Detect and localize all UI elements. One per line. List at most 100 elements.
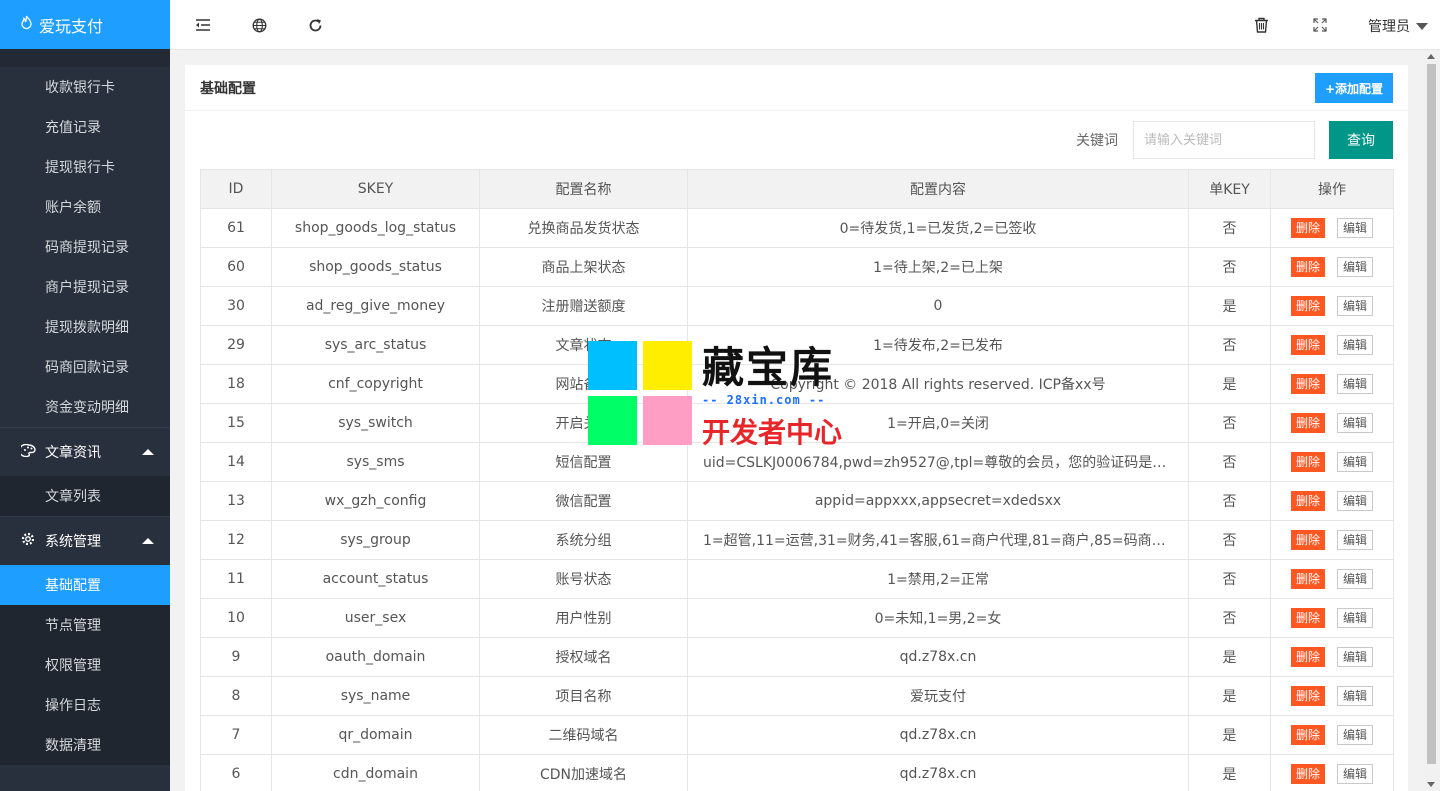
table-row: 9 oauth_domain 授权域名 qd.z78x.cn 是删除 编辑 — [200, 637, 1394, 677]
cell-skey: shop_goods_log_status — [271, 208, 480, 248]
page-scrollbar[interactable] — [1423, 50, 1440, 791]
fullscreen-icon[interactable] — [1310, 15, 1330, 35]
cell-single-key: 否 — [1188, 598, 1271, 638]
sidebar-item[interactable]: 操作日志 — [0, 685, 170, 725]
page-title: 基础配置 — [200, 80, 256, 97]
cell-content: 1=待上架,2=已上架 — [687, 247, 1189, 287]
cell-content: appid=appxxx,appsecret=xdedsxx — [687, 481, 1189, 521]
keyword-input[interactable] — [1133, 121, 1315, 159]
cell-id: 60 — [200, 247, 272, 287]
table-row: 61 shop_goods_log_status 兑换商品发货状态 0=待发货,1=已… — [200, 208, 1394, 248]
scroll-up-icon[interactable] — [1427, 54, 1435, 59]
delete-button[interactable]: 删除 — [1290, 764, 1325, 784]
edit-button[interactable]: 编辑 — [1337, 647, 1374, 667]
query-button[interactable]: 查询 — [1329, 121, 1393, 159]
scroll-down-icon[interactable] — [1427, 782, 1435, 787]
edit-button[interactable]: 编辑 — [1337, 530, 1374, 550]
sidebar-item[interactable]: 提现银行卡 — [0, 147, 170, 187]
edit-button[interactable]: 编辑 — [1337, 725, 1374, 745]
edit-button[interactable]: 编辑 — [1337, 296, 1374, 316]
sidebar-item[interactable]: 权限管理 — [0, 645, 170, 685]
delete-button[interactable]: 删除 — [1290, 413, 1325, 433]
menu-fold-icon[interactable] — [193, 15, 213, 35]
table-row: 8 sys_name 项目名称 爱玩支付是删除 编辑 — [200, 676, 1394, 716]
delete-button[interactable]: 删除 — [1290, 530, 1325, 550]
sidebar-item[interactable]: 商户提现记录 — [0, 267, 170, 307]
cell-name: 授权域名 — [479, 637, 688, 677]
sidebar-group-label: 系统管理 — [45, 534, 101, 550]
sidebar-item[interactable]: 节点管理 — [0, 605, 170, 645]
user-menu[interactable]: 管理员 — [1368, 16, 1428, 36]
delete-button[interactable]: 删除 — [1290, 569, 1325, 589]
edit-button[interactable]: 编辑 — [1337, 452, 1374, 472]
globe-icon[interactable] — [249, 15, 269, 35]
sidebar-item[interactable]: 账户余额 — [0, 187, 170, 227]
caret-up-icon — [142, 449, 154, 455]
cell-id: 8 — [200, 676, 272, 716]
delete-button[interactable]: 删除 — [1290, 608, 1325, 628]
delete-button[interactable]: 删除 — [1290, 335, 1325, 355]
cell-name: 短信配置 — [479, 442, 688, 482]
col-header-single-key[interactable]: 单KEY — [1188, 169, 1271, 209]
edit-button[interactable]: 编辑 — [1337, 413, 1374, 433]
delete-button[interactable]: 删除 — [1290, 257, 1325, 277]
card-header: 基础配置 +添加配置 — [185, 65, 1408, 111]
delete-button[interactable]: 删除 — [1290, 374, 1325, 394]
edit-button[interactable]: 编辑 — [1337, 608, 1374, 628]
col-header-id[interactable]: ID — [200, 169, 272, 209]
sidebar-item[interactable]: 收款银行卡 — [0, 67, 170, 107]
edit-button[interactable]: 编辑 — [1337, 218, 1374, 238]
sidebar-item[interactable]: 码商回款记录 — [0, 347, 170, 387]
edit-button[interactable]: 编辑 — [1337, 764, 1374, 784]
watermark-subtitle: 开发者中心 — [702, 416, 843, 449]
edit-button[interactable]: 编辑 — [1337, 569, 1374, 589]
sidebar-item[interactable]: 码商提现记录 — [0, 227, 170, 267]
cell-id: 9 — [200, 637, 272, 677]
cell-skey: sys_group — [271, 520, 480, 560]
cell-skey: sys_arc_status — [271, 325, 480, 365]
delete-button[interactable]: 删除 — [1290, 725, 1325, 745]
edit-button[interactable]: 编辑 — [1337, 335, 1374, 355]
cell-content: 0 — [687, 286, 1189, 326]
sidebar-item[interactable]: 充值记录 — [0, 107, 170, 147]
delete-button[interactable]: 删除 — [1290, 218, 1325, 238]
cell-content: qd.z78x.cn — [687, 637, 1189, 677]
sidebar-item[interactable]: 提现拨款明细 — [0, 307, 170, 347]
app-logo[interactable]: 爱玩支付 — [0, 0, 170, 49]
cell-name: 系统分组 — [479, 520, 688, 560]
table-row: 6 cdn_domain CDN加速域名 qd.z78x.cn 是删除 编辑 — [200, 754, 1394, 791]
delete-button[interactable]: 删除 — [1290, 686, 1325, 706]
edit-button[interactable]: 编辑 — [1337, 257, 1374, 277]
edit-button[interactable]: 编辑 — [1337, 491, 1374, 511]
sidebar-item[interactable]: 数据清理 — [0, 725, 170, 765]
cell-name: 账号状态 — [479, 559, 688, 599]
col-header-name[interactable]: 配置名称 — [479, 169, 688, 209]
sidebar-item[interactable]: 基础配置 — [0, 565, 170, 605]
delete-button[interactable]: 删除 — [1290, 647, 1325, 667]
search-bar: 关键词 查询 — [1076, 121, 1393, 159]
delete-button[interactable]: 删除 — [1290, 296, 1325, 316]
sidebar-group-system[interactable]: 系统管理 — [0, 516, 170, 565]
col-header-skey[interactable]: SKEY — [271, 169, 480, 209]
scroll-thumb[interactable] — [1427, 64, 1436, 764]
add-config-button[interactable]: +添加配置 — [1314, 73, 1393, 103]
sidebar-group-article[interactable]: 文章资讯 — [0, 427, 170, 476]
caret-down-icon — [1416, 22, 1428, 30]
cell-single-key: 是 — [1188, 637, 1271, 677]
delete-button[interactable]: 删除 — [1290, 491, 1325, 511]
cell-actions: 删除 编辑 — [1270, 754, 1394, 791]
sidebar-item[interactable]: 资金变动明细 — [0, 387, 170, 427]
table-row: 13 wx_gzh_config 微信配置 appid=appxxx,appsecre… — [200, 481, 1394, 521]
delete-button[interactable]: 删除 — [1290, 452, 1325, 472]
cell-skey: sys_switch — [271, 403, 480, 443]
col-header-content[interactable]: 配置内容 — [687, 169, 1189, 209]
top-header: 管理员 — [170, 0, 1440, 50]
cell-name: 项目名称 — [479, 676, 688, 716]
cell-id: 13 — [200, 481, 272, 521]
cell-actions: 删除 编辑 — [1270, 208, 1394, 248]
trash-icon[interactable] — [1251, 15, 1271, 35]
refresh-icon[interactable] — [305, 15, 325, 35]
sidebar-item[interactable]: 文章列表 — [0, 476, 170, 516]
edit-button[interactable]: 编辑 — [1337, 686, 1374, 706]
edit-button[interactable]: 编辑 — [1337, 374, 1374, 394]
